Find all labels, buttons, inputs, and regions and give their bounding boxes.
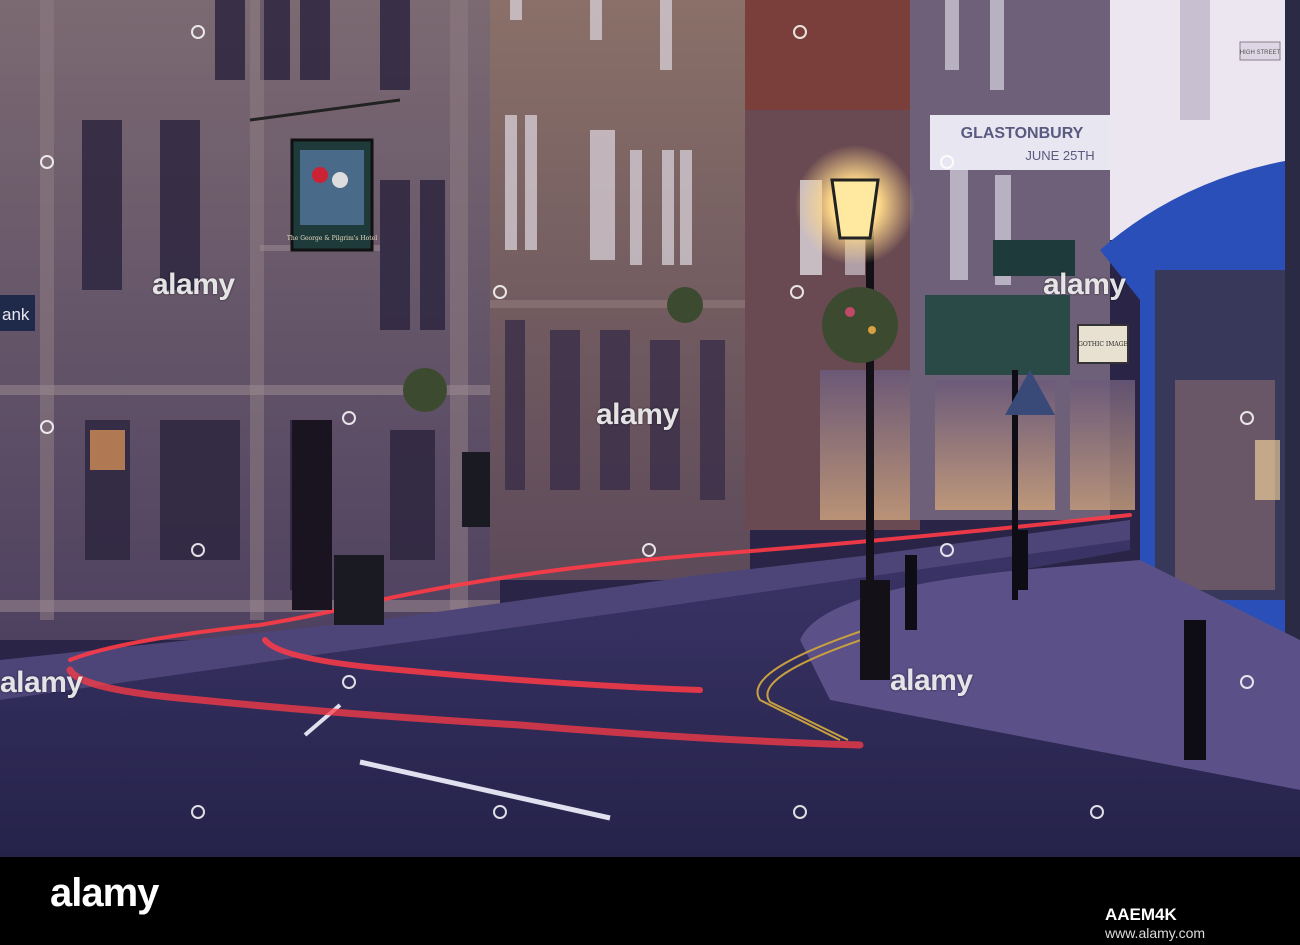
footer-bar: alamy AAEM4K www.alamy.com — [0, 857, 1300, 945]
flower-basket — [822, 287, 898, 363]
gothic-image-sign-text: GOTHIC IMAGE — [1078, 341, 1128, 348]
watermark-dot — [793, 25, 807, 39]
watermark-dot — [191, 805, 205, 819]
green-shopfront — [925, 295, 1070, 375]
watermark-dot — [940, 155, 954, 169]
street-photo: ank The George & Pilgrim's Hotel GOTHIC … — [0, 0, 1300, 857]
hotel-door — [292, 420, 332, 610]
watermark-dot — [1240, 411, 1254, 425]
watermark-dot — [642, 543, 656, 557]
banner-line-2: JUNE 25TH — [1025, 148, 1094, 163]
watermark-dot — [1090, 805, 1104, 819]
alamy-logo[interactable]: alamy — [50, 871, 159, 916]
watermark-dot — [191, 25, 205, 39]
watermark-dot — [342, 675, 356, 689]
watermark-dot — [40, 420, 54, 434]
bank-sign-text: ank — [2, 305, 30, 324]
watermark-dot — [493, 805, 507, 819]
hanging-sign-green — [993, 240, 1075, 276]
a-board — [334, 555, 384, 625]
banner-line-1: GLASTONBURY — [961, 125, 1084, 142]
hotel-sign-text: The George & Pilgrim's Hotel — [287, 235, 377, 242]
street-name-text: HIGH STREET — [1240, 50, 1281, 56]
image-id: AAEM4K — [1105, 905, 1177, 924]
lamp-post — [866, 230, 874, 590]
watermark-dot — [940, 543, 954, 557]
watermark-dot — [1240, 675, 1254, 689]
lit-window — [90, 430, 125, 470]
watermark-dot — [40, 155, 54, 169]
watermark-dot — [793, 805, 807, 819]
watermark-dot — [191, 543, 205, 557]
watermark-dot — [493, 285, 507, 299]
street-scene: ank The George & Pilgrim's Hotel GOTHIC … — [0, 0, 1300, 857]
watermark-dot — [342, 411, 356, 425]
site-url[interactable]: www.alamy.com — [1105, 925, 1205, 941]
watermark-dot — [790, 285, 804, 299]
